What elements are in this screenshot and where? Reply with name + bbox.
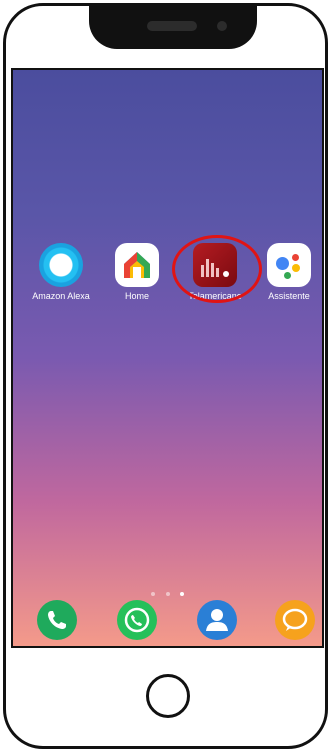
phone-icon[interactable] <box>37 600 77 640</box>
phone-frame: Amazon Alexa Home Telamericano Assistent… <box>3 3 328 749</box>
google-assistant-icon <box>267 243 311 287</box>
app-label: Amazon Alexa <box>32 291 90 301</box>
whatsapp-icon[interactable] <box>117 600 157 640</box>
highlight-circle <box>172 235 262 303</box>
front-camera <box>217 21 227 31</box>
app-label: Assistente <box>268 291 310 301</box>
home-screen: Amazon Alexa Home Telamericano Assistent… <box>11 68 324 648</box>
app-amazon-alexa[interactable]: Amazon Alexa <box>21 243 101 301</box>
notch <box>89 6 257 49</box>
app-label: Home <box>124 291 149 301</box>
google-home-icon <box>115 243 159 287</box>
page-dot <box>165 592 170 596</box>
messages-icon[interactable] <box>275 600 315 640</box>
page-dot-active <box>179 592 184 596</box>
amazon-alexa-icon <box>39 243 83 287</box>
speaker <box>147 21 197 31</box>
page-dot <box>151 592 156 596</box>
home-button[interactable] <box>146 674 190 718</box>
dock <box>13 600 322 640</box>
contacts-icon[interactable] <box>197 600 237 640</box>
page-indicator <box>13 583 322 601</box>
app-home[interactable]: Home <box>97 243 177 301</box>
